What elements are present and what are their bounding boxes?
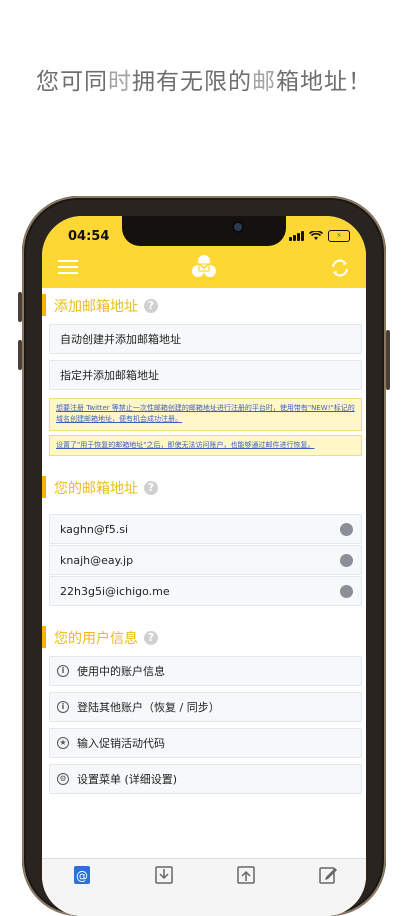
headline-text-6: 箱地址！	[276, 69, 372, 95]
address-row[interactable]: 22h3g5i@ichigo.me	[49, 576, 362, 606]
section-title-add-label: 添加邮箱地址	[54, 299, 138, 315]
login-other-label: 登陆其他账户（恢复 / 同步）	[77, 701, 220, 714]
settings-menu-button[interactable]: ⚙ 设置菜单 (详细设置)	[49, 764, 362, 794]
status-dot[interactable]	[340, 522, 353, 536]
svg-text:@: @	[76, 869, 88, 883]
address-text: 22h3g5i@ichigo.me	[60, 584, 170, 598]
status-dot[interactable]	[340, 553, 353, 567]
specify-add-address-button[interactable]: 指定并添加邮箱地址	[49, 360, 362, 390]
tab-upload-icon[interactable]	[236, 865, 256, 885]
specify-add-label: 指定并添加邮箱地址	[60, 369, 159, 382]
account-info-button[interactable]: i 使用中的账户信息	[49, 656, 362, 686]
settings-menu-label: 设置菜单 (详细设置)	[77, 773, 178, 786]
phone-screen: 04:54 ⚡ 添加邮箱地址? 自动创建并添加邮箱地址 指定并添加邮箱地址 想要…	[42, 216, 366, 916]
wifi-icon	[309, 231, 323, 240]
account-info-label: 使用中的账户信息	[77, 665, 165, 678]
status-time: 04:54	[68, 229, 110, 244]
headline-text-5: 邮	[252, 69, 276, 95]
section-title-addresses: 您的邮箱地址?	[42, 476, 158, 498]
headline-text-1: 您可同	[36, 69, 108, 95]
logo-icon	[192, 255, 216, 277]
promo-code-button[interactable]: ★ 输入促销活动代码	[49, 728, 362, 758]
help-icon[interactable]: ?	[144, 481, 158, 495]
phone-power-button	[386, 330, 390, 390]
status-dot[interactable]	[340, 584, 353, 598]
info-icon: i	[57, 665, 69, 677]
star-icon: ★	[57, 737, 69, 749]
headline-text-3: 拥	[132, 69, 156, 95]
address-text: kaghn@f5.si	[60, 522, 128, 536]
address-text: knajh@eay.jp	[60, 553, 134, 567]
status-icons: ⚡	[289, 230, 350, 242]
section-title-user-label: 您的用户信息	[54, 631, 138, 647]
address-row[interactable]: knajh@eay.jp	[49, 545, 362, 575]
auto-create-label: 自动创建并添加邮箱地址	[60, 333, 181, 346]
login-other-account-button[interactable]: i 登陆其他账户（恢复 / 同步）	[49, 692, 362, 722]
tab-compose-icon[interactable]	[318, 865, 338, 885]
address-row[interactable]: kaghn@f5.si	[49, 514, 362, 544]
headline-text-4: 有无限的	[156, 69, 252, 95]
help-icon[interactable]: ?	[144, 631, 158, 645]
notch	[122, 216, 286, 246]
note-twitter[interactable]: 想要注册 Twitter 等禁止一次性邮箱创建的邮箱地址进行注册的平台时，使用带…	[49, 398, 362, 431]
refresh-icon[interactable]	[330, 258, 350, 278]
phone-side-button	[18, 340, 22, 370]
tab-mailbox-icon[interactable]: @	[72, 865, 92, 885]
help-icon[interactable]: ?	[144, 299, 158, 313]
info-icon: i	[57, 701, 69, 713]
tab-bar: @	[42, 858, 366, 916]
gear-icon: ⚙	[57, 773, 69, 785]
auto-create-address-button[interactable]: 自动创建并添加邮箱地址	[49, 324, 362, 354]
section-title-user: 您的用户信息?	[42, 626, 158, 648]
headline: 您可同时拥有无限的邮箱地址！	[0, 62, 408, 96]
phone-side-button	[18, 292, 22, 322]
battery-icon: ⚡	[328, 230, 350, 242]
headline-text-2: 时	[108, 69, 132, 95]
menu-icon[interactable]	[58, 260, 78, 274]
signal-icon	[289, 231, 304, 241]
tab-download-icon[interactable]	[154, 865, 174, 885]
section-title-addresses-label: 您的邮箱地址	[54, 481, 138, 497]
camera	[234, 223, 242, 231]
note-recovery[interactable]: 设置了"用于恢复的邮箱地址"之后，即使无法访问账户，也能够通过邮件进行恢复。	[49, 435, 362, 456]
section-title-add: 添加邮箱地址?	[42, 294, 158, 316]
promo-code-label: 输入促销活动代码	[77, 737, 165, 750]
